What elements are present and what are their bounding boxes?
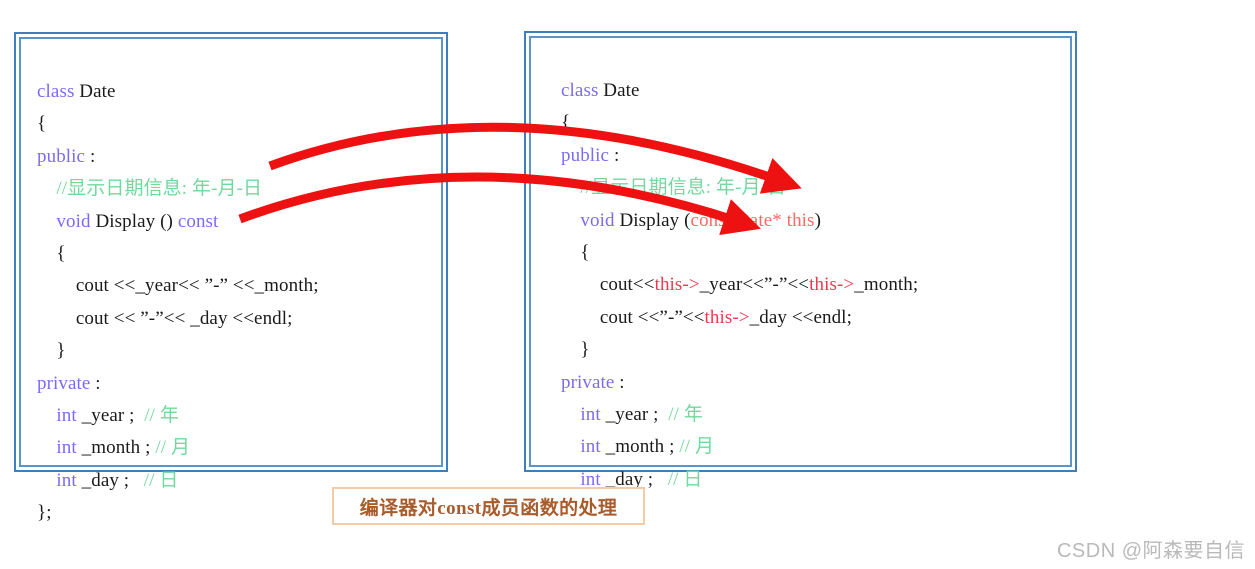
code-line: cout<<this->_year<<”-”<<this->_month; xyxy=(561,269,918,301)
code-token-id: cout <<_year<< ”-” <<_month; xyxy=(75,275,319,297)
code-token-cm: // 年 xyxy=(668,403,703,425)
code-line: int _month ; // 月 xyxy=(561,431,918,463)
code-token-id: _year ; xyxy=(600,403,669,425)
code-token-kw: void xyxy=(580,209,615,231)
code-token-kw: int xyxy=(580,436,601,458)
code-block-after: class Date { public : //显示日期信息: 年-月-日 void… xyxy=(531,57,918,528)
code-token-cm: //显示日期信息: 年-月-日 xyxy=(56,178,263,200)
code-line: { xyxy=(561,107,918,139)
figure-caption-box: 编译器对const成员函数的处理 xyxy=(332,487,645,525)
code-line: cout <<”-”<<this->_day <<endl; xyxy=(561,302,918,334)
code-token-cm: // 年 xyxy=(144,404,179,426)
figure-caption-text: 编译器对const成员函数的处理 xyxy=(359,497,618,519)
code-token-kw: public xyxy=(37,145,86,167)
code-line: { xyxy=(37,108,319,140)
code-token-cm: // 月 xyxy=(679,436,715,458)
code-token-id: _year<<”-”<< xyxy=(699,274,810,296)
code-token-cm: // 日 xyxy=(667,468,703,490)
code-token-kw: int xyxy=(580,403,601,425)
code-token-id: { xyxy=(37,113,47,135)
code-token-kw: class xyxy=(561,80,599,101)
code-token-id: _month ; xyxy=(600,436,680,458)
code-line: class Date xyxy=(37,76,319,108)
code-token-kw: class xyxy=(37,81,75,102)
code-line: cout << ”-”<< _day <<endl; xyxy=(37,303,319,335)
code-line: void Display () const xyxy=(37,206,319,238)
code-token-id: Date xyxy=(598,80,640,101)
code-line: private : xyxy=(37,368,319,400)
code-token-this: this-> xyxy=(809,274,855,296)
code-token-id: _month ; xyxy=(76,437,156,459)
code-token-kw: int xyxy=(56,404,77,426)
code-line: { xyxy=(37,238,319,270)
code-token-id: Display () xyxy=(90,210,178,232)
code-line: } xyxy=(37,335,319,367)
code-line: }; xyxy=(37,497,319,529)
code-token-cm: // 日 xyxy=(143,469,179,491)
code-token-id: : xyxy=(90,372,101,394)
code-token-id: _year ; xyxy=(76,404,145,426)
code-token-this: this-> xyxy=(704,306,750,328)
code-line: { xyxy=(561,237,918,269)
code-token-id: cout << ”-”<< _day <<endl; xyxy=(75,307,293,329)
code-token-id: : xyxy=(614,371,625,393)
code-token-kw: private xyxy=(561,371,615,393)
code-token-id: _day ; xyxy=(76,469,144,491)
code-token-cm: //显示日期信息: 年-月-日 xyxy=(580,177,787,199)
code-line: public : xyxy=(37,141,319,173)
code-token-id: } xyxy=(56,340,66,362)
code-line: class Date xyxy=(561,75,918,107)
code-line: int _month ; // 月 xyxy=(37,432,319,464)
code-line: //显示日期信息: 年-月-日 xyxy=(37,173,319,205)
code-token-kw: public xyxy=(561,144,610,166)
code-token-kw: int xyxy=(56,437,77,459)
code-token-cm: // 月 xyxy=(155,437,191,459)
code-token-kw: void xyxy=(56,210,91,232)
code-token-id: { xyxy=(561,112,571,134)
code-token-id: _day <<endl; xyxy=(749,306,852,328)
code-token-id: } xyxy=(580,339,590,361)
code-line: int _year ; // 年 xyxy=(37,400,319,432)
code-token-id: : xyxy=(609,144,620,166)
code-token-id: : xyxy=(85,145,96,167)
code-line: } xyxy=(561,334,918,366)
code-token-id: _month; xyxy=(854,274,919,296)
code-token-prm: const Date* this xyxy=(690,209,815,231)
code-token-kw: private xyxy=(37,372,91,394)
code-token-id: cout<< xyxy=(599,274,655,296)
code-token-id: { xyxy=(580,241,590,263)
code-line: public : xyxy=(561,140,918,172)
code-panel-after: class Date { public : //显示日期信息: 年-月-日 void… xyxy=(524,31,1077,522)
code-token-kw: int xyxy=(56,469,77,491)
code-token-this: this-> xyxy=(654,274,700,296)
code-token-id: Display ( xyxy=(614,209,691,231)
code-block-before: class Date { public : //显示日期信息: 年-月-日 void… xyxy=(21,58,319,529)
code-line: void Display (const Date* this) xyxy=(561,205,918,237)
code-panel-before-inner: class Date { public : //显示日期信息: 年-月-日 void… xyxy=(19,37,443,523)
code-panel-before: class Date { public : //显示日期信息: 年-月-日 void… xyxy=(14,32,448,523)
csdn-watermark: CSDN @阿森要自信 xyxy=(1056,540,1245,562)
code-line: //显示日期信息: 年-月-日 xyxy=(561,172,918,204)
code-line: int _day ; // 日 xyxy=(37,465,319,497)
code-token-id: { xyxy=(56,242,66,264)
code-token-id: Date xyxy=(74,81,116,102)
code-line: private : xyxy=(561,367,918,399)
code-token-id: ) xyxy=(814,209,821,231)
code-token-kw: const xyxy=(177,210,219,232)
code-token-id: }; xyxy=(37,502,52,524)
code-panel-after-inner: class Date { public : //显示日期信息: 年-月-日 void… xyxy=(529,36,1072,522)
code-token-id: cout <<”-”<< xyxy=(599,306,705,328)
code-line: cout <<_year<< ”-” <<_month; xyxy=(37,270,319,302)
code-line: int _year ; // 年 xyxy=(561,399,918,431)
